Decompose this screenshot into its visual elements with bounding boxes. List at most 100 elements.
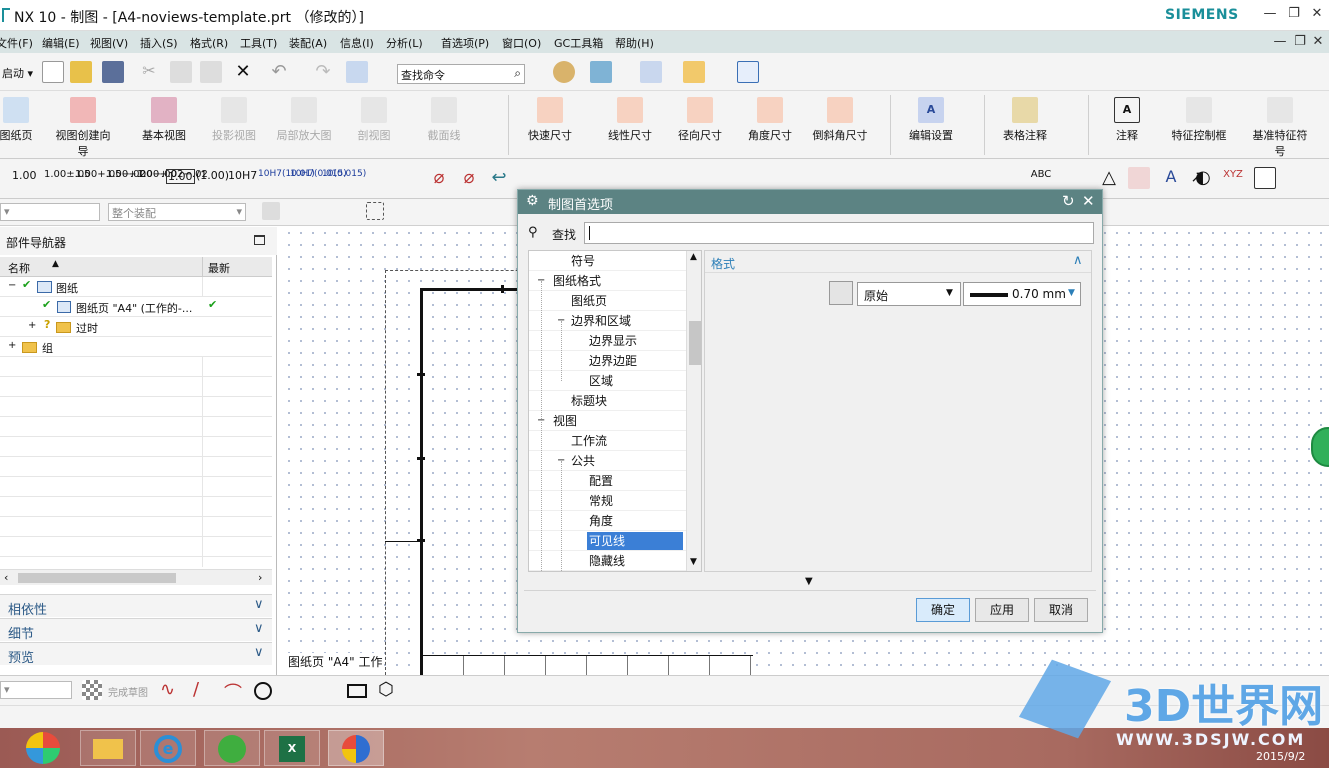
tree-node[interactable]: 角度 — [529, 511, 689, 531]
tol-style-2[interactable]: 1.00±.05 — [44, 169, 91, 180]
panel-details[interactable]: 细节 ∨ — [0, 618, 272, 642]
diameter-cross-icon[interactable]: ⌀ — [458, 167, 480, 189]
tree-node[interactable]: − 图纸格式 — [529, 271, 689, 291]
tree-node[interactable]: 边界边距 — [529, 351, 689, 371]
tree-row[interactable]: + 组 — [0, 337, 272, 357]
restore-icon[interactable]: ❐ — [1286, 6, 1302, 22]
apply-button[interactable]: 应用 — [975, 598, 1029, 622]
ruler-icon[interactable] — [683, 61, 705, 83]
view-wizard-button[interactable]: 视图创建向导 — [52, 97, 114, 159]
tol-style-7[interactable]: (1.00) — [196, 169, 229, 182]
circle-icon[interactable] — [254, 682, 272, 700]
tree-node[interactable]: − 视图 — [529, 411, 689, 431]
text-a-icon[interactable]: A — [1160, 167, 1182, 189]
xyz-icon[interactable]: XYZ — [1222, 169, 1244, 191]
menu-assembly[interactable]: 装配(A) — [289, 35, 327, 51]
start-button-icon[interactable] — [26, 732, 60, 764]
ie-app[interactable]: e — [140, 730, 196, 766]
grid-icon[interactable] — [640, 61, 662, 83]
note-button[interactable]: A 注释 — [1106, 97, 1148, 143]
tree-row[interactable]: + ? 过时 — [0, 317, 272, 337]
checkered-flag-icon[interactable] — [82, 680, 102, 700]
angular-dim-button[interactable]: 角度尺寸 — [742, 97, 798, 143]
doc-minimize-icon[interactable]: — — [1272, 34, 1288, 50]
new-icon[interactable] — [42, 61, 64, 83]
linear-dim-button[interactable]: 线性尺寸 — [602, 97, 658, 143]
tree-node[interactable]: 工作流 — [529, 431, 689, 451]
command-search-input[interactable]: 查找命令 ⌕ — [397, 64, 525, 84]
tree-node[interactable]: 隐藏线 — [529, 551, 689, 571]
copy-icon[interactable] — [170, 61, 192, 83]
tol-style-9[interactable]: 10H7(10.01) — [258, 169, 315, 179]
collapse-icon[interactable]: − — [8, 280, 16, 291]
open-icon[interactable] — [70, 61, 92, 83]
tol-style-8[interactable]: 10H7 — [228, 169, 257, 182]
undo-icon[interactable]: ↶ — [268, 61, 290, 83]
scroll-right-icon[interactable]: › — [258, 571, 262, 584]
minimize-icon[interactable]: — — [1262, 6, 1278, 22]
projected-view-button[interactable]: 投影视图 — [208, 97, 260, 143]
base-view-button[interactable]: 基本视图 — [138, 97, 190, 143]
tree-node[interactable]: 边界显示 — [529, 331, 689, 351]
table-note-button[interactable]: 表格注释 — [996, 97, 1054, 143]
menu-format[interactable]: 格式(R) — [190, 35, 228, 51]
col-name[interactable]: 名称 — [8, 260, 30, 276]
return-icon[interactable]: ↩ — [488, 167, 510, 189]
tree-row[interactable]: ✔ 图纸页 "A4" (工作的-... ✔ — [0, 297, 272, 317]
tol-style-3[interactable]: 1.00+.05−.02 — [75, 169, 146, 180]
finish-sketch-button[interactable]: 完成草图 — [108, 684, 148, 699]
more-options-icon[interactable]: ▼ — [805, 576, 813, 587]
color-swatch[interactable] — [829, 281, 853, 305]
center-mark-icon[interactable]: ◐ — [1192, 167, 1214, 189]
tree-node-selected[interactable]: 可见线 — [529, 531, 689, 551]
horizontal-scrollbar[interactable]: ‹ › — [0, 569, 272, 585]
tree-node[interactable]: − 公共 — [529, 451, 689, 471]
expand-icon[interactable]: + — [8, 340, 16, 351]
save-icon[interactable] — [102, 61, 124, 83]
polygon-icon[interactable]: ⬡ — [378, 679, 394, 700]
type-filter-select[interactable]: ▾ — [0, 203, 100, 221]
expand-icon[interactable]: + — [28, 320, 36, 331]
close-icon[interactable]: ✕ — [1309, 6, 1325, 22]
snap-icon[interactable] — [262, 202, 280, 220]
tree-node[interactable]: 配置 — [529, 471, 689, 491]
start-menu[interactable]: 启动 ▾ — [2, 65, 33, 81]
find-input[interactable] — [584, 222, 1094, 244]
tree-node[interactable]: 区域 — [529, 371, 689, 391]
nx-app[interactable] — [328, 730, 384, 766]
tree-node[interactable]: 标题块 — [529, 391, 689, 411]
excel-app[interactable]: X — [264, 730, 320, 766]
menu-help[interactable]: 帮助(H) — [615, 35, 654, 51]
detail-view-button[interactable]: 局部放大图 — [274, 97, 334, 143]
line-width-select[interactable]: 0.70 mm ▼ — [963, 282, 1081, 306]
edit-settings-button[interactable]: A 编辑设置 — [902, 97, 960, 143]
assembly-scope-select[interactable]: 整个装配 ▾ — [108, 203, 246, 221]
menu-view[interactable]: 视图(V) — [90, 35, 128, 51]
datum-button[interactable]: 基准特征符号 — [1250, 97, 1310, 159]
redo-icon[interactable]: ↷ — [312, 61, 334, 83]
menu-preferences[interactable]: 首选项(P) — [441, 35, 489, 51]
menu-window[interactable]: 窗口(O) — [502, 35, 541, 51]
scroll-thumb[interactable] — [18, 573, 176, 583]
roles-icon[interactable] — [553, 61, 575, 83]
cut-icon[interactable]: ✂ — [138, 61, 160, 83]
maximize-icon[interactable] — [254, 235, 265, 245]
explorer-app[interactable] — [80, 730, 136, 766]
cancel-button[interactable]: 取消 — [1034, 598, 1088, 622]
close-icon[interactable]: ✕ — [1082, 192, 1095, 210]
section-view-button[interactable]: 剖视图 — [350, 97, 398, 143]
triangle-icon[interactable]: △ — [1098, 167, 1120, 189]
fit-view-icon[interactable] — [737, 61, 759, 83]
tree-node[interactable]: − 边界和区域 — [529, 311, 689, 331]
arc-icon[interactable]: ⌒ — [224, 679, 242, 705]
doc-close-icon[interactable]: ✕ — [1310, 34, 1326, 50]
abc-icon[interactable]: ABC — [1030, 169, 1052, 191]
select-rect-icon[interactable] — [366, 202, 384, 220]
paste-icon[interactable] — [200, 61, 222, 83]
tol-style-10[interactable]: 10H7(0.015) — [290, 169, 347, 179]
doc-restore-icon[interactable]: ❐ — [1292, 34, 1308, 50]
line-font-select[interactable]: 原始 ▼ — [857, 282, 961, 306]
tree-row[interactable]: − ✔ 图纸 — [0, 277, 272, 297]
tol-style-1[interactable]: 1.00 — [12, 169, 37, 182]
chamfer-dim-button[interactable]: 倒斜角尺寸 — [808, 97, 872, 143]
